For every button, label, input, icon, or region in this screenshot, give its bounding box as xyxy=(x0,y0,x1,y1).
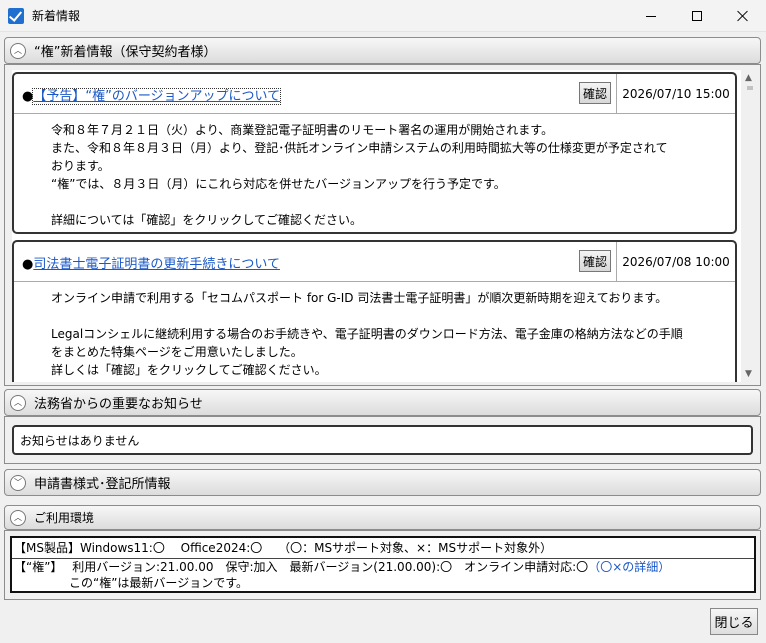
notice-text: お知らせはありません xyxy=(20,433,140,448)
chevron-up-icon[interactable]: ︿ xyxy=(10,394,26,411)
close-icon xyxy=(737,10,749,22)
bullet: ● xyxy=(22,257,34,272)
bullet: ● xyxy=(22,89,34,104)
section-header-news[interactable]: ︿ “権”新着情報（保守契約者様） xyxy=(4,37,761,64)
confirm-button[interactable]: 確認 xyxy=(579,250,611,272)
scroll-thumb[interactable] xyxy=(747,86,753,90)
window-controls xyxy=(628,0,766,32)
news-card-title: ●司法書士電子証明書の更新手続きについて xyxy=(22,253,280,272)
minimize-icon xyxy=(646,15,656,17)
news-card: ●司法書士電子証明書の更新手続きについて 確認 2026/07/08 10:00… xyxy=(12,240,737,382)
environment-box: 【MS製品】Windows11:〇 Office2024:〇 （〇：MSサポート… xyxy=(10,536,756,593)
vertical-scrollbar[interactable]: ▲ ▼ xyxy=(741,70,759,382)
title-bar: 新着情報 xyxy=(0,0,766,32)
section-title-ministry: 法務省からの重要なお知らせ xyxy=(34,397,203,412)
news-body: 令和８年７月２１日（火）より、商業登記電子証明書のリモート署名の運用が開始されま… xyxy=(51,123,668,227)
news-card-title: ●【予告】“権”のバージョンアップについて xyxy=(22,85,282,105)
maximize-icon xyxy=(692,11,702,21)
ken-version-line: 【“権”】 利用バージョン:21.00.00 保守:加入 最新バージョン(21.… xyxy=(14,559,670,575)
news-body: オンライン申請で利用する「セコムパスポート for G-ID 司法書士電子証明書… xyxy=(51,291,683,377)
section-title-env: ご利用環境 xyxy=(34,511,95,525)
confirm-button[interactable]: 確認 xyxy=(579,82,611,104)
circle-cross-detail-link[interactable]: （〇×の詳細） xyxy=(588,560,670,574)
window-title: 新着情報 xyxy=(32,9,81,23)
chevron-up-icon[interactable]: ︿ xyxy=(10,509,26,526)
minimize-button[interactable] xyxy=(628,0,674,32)
section-title-news: “権”新着情報（保守契約者様） xyxy=(34,45,217,60)
ken-version-text: 【“権”】 利用バージョン:21.00.00 保守:加入 最新バージョン(21.… xyxy=(14,560,589,574)
news-scroll-area[interactable]: ●【予告】“権”のバージョンアップについて 確認 2026/07/10 15:0… xyxy=(12,70,759,382)
section-header-env[interactable]: ︿ ご利用環境 xyxy=(4,505,761,530)
news-card-header: ●【予告】“権”のバージョンアップについて 確認 2026/07/10 15:0… xyxy=(14,74,735,114)
ms-products-line: 【MS製品】Windows11:〇 Office2024:〇 （〇：MSサポート… xyxy=(14,541,553,555)
news-title-link[interactable]: 司法書士電子証明書の更新手続きについて xyxy=(33,257,280,272)
chevron-up-icon[interactable]: ︿ xyxy=(10,42,26,59)
section-header-ministry[interactable]: ︿ 法務省からの重要なお知らせ xyxy=(4,389,761,416)
checkbox-app-icon xyxy=(8,7,24,24)
close-button[interactable]: 閉じる xyxy=(710,608,758,635)
news-card: ●【予告】“権”のバージョンアップについて 確認 2026/07/10 15:0… xyxy=(12,72,737,234)
section-title-forms: 申請書様式･登記所情報 xyxy=(34,477,171,492)
latest-version-line: この“権”は最新バージョンです。 xyxy=(69,576,248,590)
section-header-forms[interactable]: ﹀ 申請書様式･登記所情報 xyxy=(4,469,761,496)
news-card-header: ●司法書士電子証明書の更新手続きについて 確認 2026/07/08 10:00 xyxy=(14,242,735,282)
maximize-button[interactable] xyxy=(674,0,720,32)
close-window-button[interactable] xyxy=(720,0,766,32)
chevron-down-icon[interactable]: ﹀ xyxy=(10,474,26,491)
news-date: 2026/07/08 10:00 xyxy=(616,242,735,282)
scroll-down-icon[interactable]: ▼ xyxy=(745,369,752,379)
ministry-notice: お知らせはありません xyxy=(12,425,753,455)
news-date: 2026/07/10 15:00 xyxy=(616,74,735,114)
scroll-up-icon[interactable]: ▲ xyxy=(745,73,752,83)
news-title-link[interactable]: 【予告】“権”のバージョンアップについて xyxy=(32,88,282,105)
